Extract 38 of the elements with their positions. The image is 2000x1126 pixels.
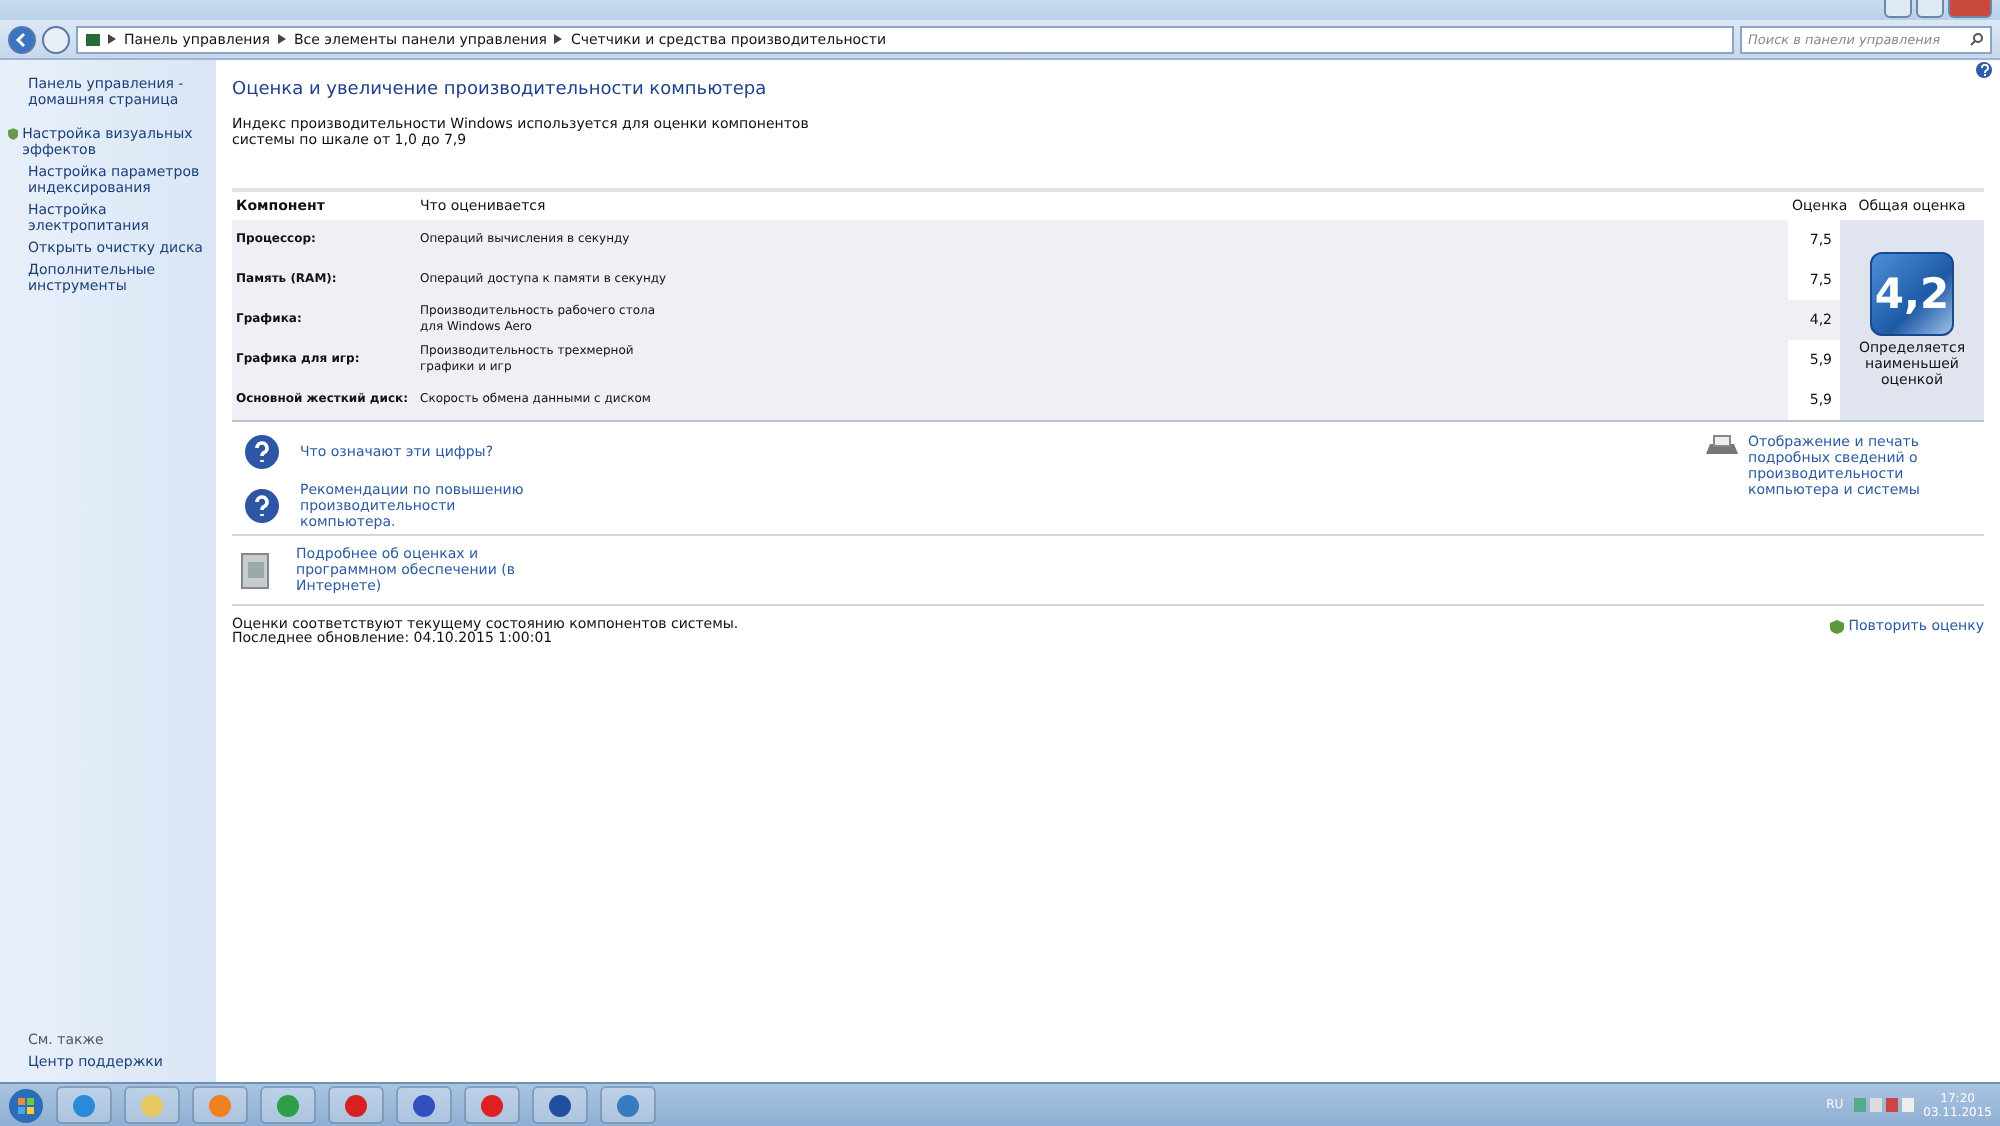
- help-icon: [244, 434, 280, 470]
- tray-icons-drawing: [1853, 1097, 1914, 1113]
- document-icon: [240, 550, 272, 590]
- app-icon: [276, 1093, 300, 1117]
- shield-icon: [8, 126, 19, 142]
- shield-icon: [1830, 619, 1845, 633]
- search-icon: [1970, 32, 1984, 46]
- back-button[interactable]: [8, 25, 36, 53]
- printer-icon: [1704, 434, 1740, 458]
- taskbar-app[interactable]: [56, 1086, 112, 1124]
- taskbar-app[interactable]: [396, 1086, 452, 1124]
- app-icon: [344, 1093, 368, 1117]
- close-button[interactable]: [1948, 0, 1992, 18]
- page-title: Оценка и увеличение производительности компьютера: [232, 80, 769, 100]
- app-icon: [412, 1093, 436, 1117]
- app-icon: [208, 1093, 232, 1117]
- forward-button[interactable]: [42, 25, 70, 53]
- app-icon: [548, 1093, 572, 1117]
- minimize-button[interactable]: [1884, 0, 1912, 18]
- restore-button[interactable]: [1916, 0, 1944, 18]
- taskbar-app[interactable]: [328, 1086, 384, 1124]
- app-icon: [616, 1093, 640, 1117]
- chevron-icon: [554, 34, 563, 44]
- control-panel-icon: [86, 33, 100, 45]
- question-mark-icon: [1979, 64, 1989, 76]
- taskbar-app[interactable]: [464, 1086, 520, 1124]
- base-score-badge: 4,2: [1870, 252, 1954, 336]
- taskbar-app[interactable]: [260, 1086, 316, 1124]
- chevron-icon: [108, 34, 116, 44]
- help-button[interactable]: [1976, 62, 1992, 78]
- chevron-icon: [277, 34, 286, 44]
- taskbar-app[interactable]: [532, 1086, 588, 1124]
- start-button[interactable]: [8, 1087, 44, 1123]
- app-icon: [72, 1093, 96, 1117]
- help-icon: [244, 488, 280, 524]
- taskbar-app[interactable]: [600, 1086, 656, 1124]
- app-icon: [480, 1093, 504, 1117]
- app-icon: [140, 1093, 164, 1117]
